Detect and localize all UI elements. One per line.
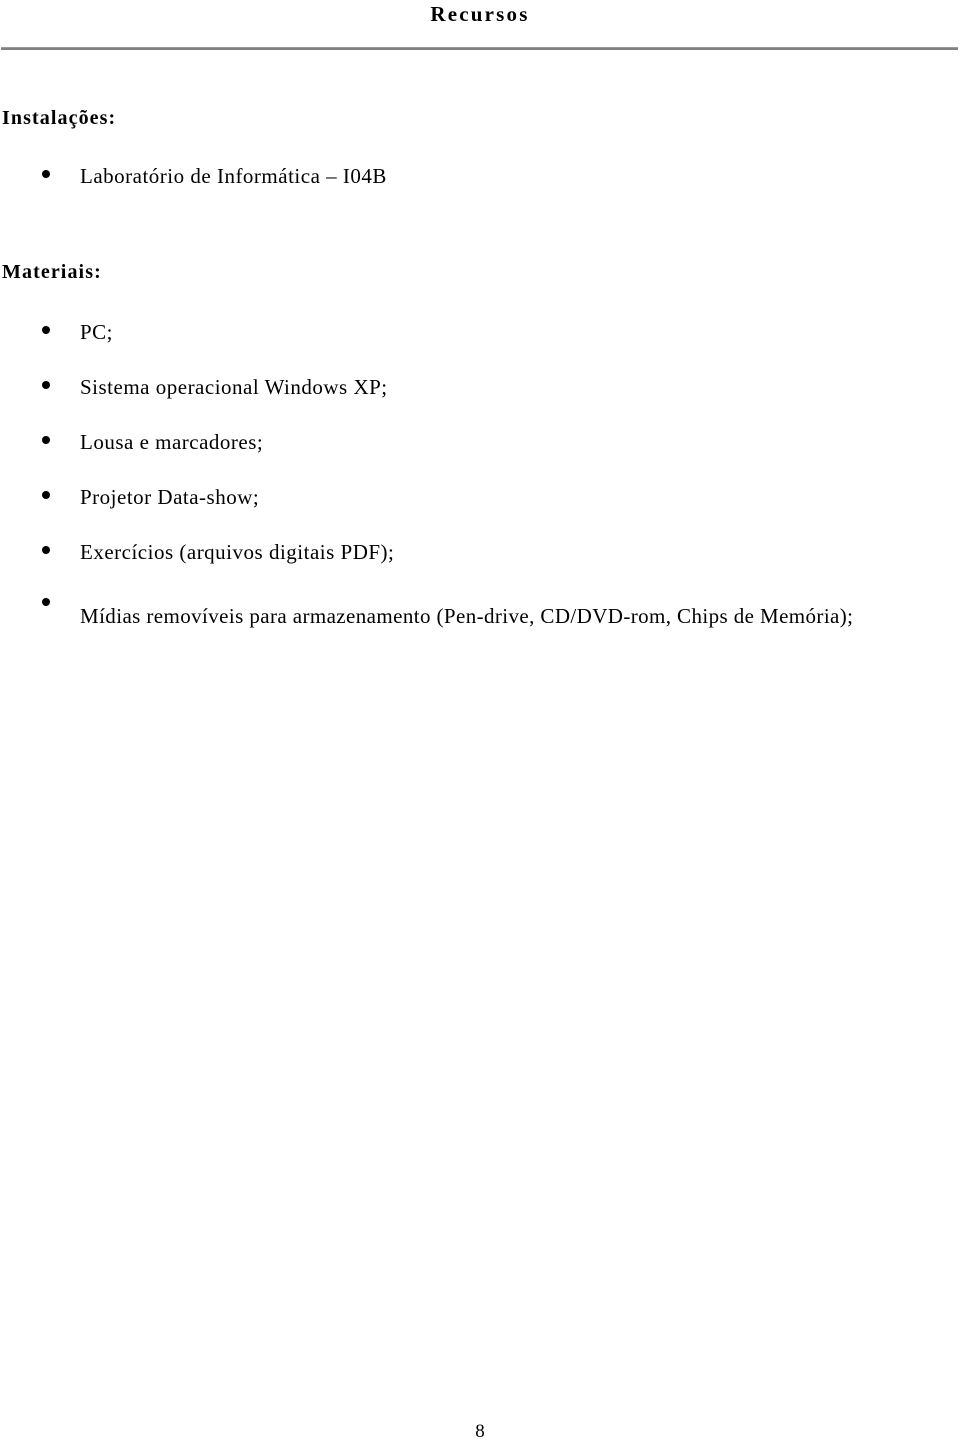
section-heading-materiais: Materiais: <box>2 261 102 283</box>
list-item-label: Laboratório de Informática – I04B <box>80 164 387 188</box>
page-title: Recursos <box>430 2 530 26</box>
header-divider <box>1 47 958 50</box>
section-heading-instalacoes: Instalações: <box>2 107 117 129</box>
list-item-label: PC; <box>80 320 114 344</box>
list-item-label: Exercícios (arquivos digitais PDF); <box>80 540 395 564</box>
bullet-point-icon <box>42 491 50 499</box>
list-item-label: Mídias removíveis para armazenamento (Pe… <box>80 604 854 628</box>
bullet-point-icon <box>42 326 50 334</box>
list-item-label: Lousa e marcadores; <box>80 430 264 454</box>
list-item-label: Projetor Data-show; <box>80 485 260 509</box>
bullet-point-icon <box>42 598 50 606</box>
bullet-point-icon <box>42 436 50 444</box>
document-header: Recursos <box>0 0 960 52</box>
document-page: Recursos Instalações: Laboratório de Inf… <box>0 0 960 1456</box>
page-number: 8 <box>475 1421 485 1442</box>
bullet-point-icon <box>42 381 50 389</box>
bullet-point-icon <box>42 170 50 178</box>
list-item-label: Sistema operacional Windows XP; <box>80 375 388 399</box>
bullet-point-icon <box>42 546 50 554</box>
